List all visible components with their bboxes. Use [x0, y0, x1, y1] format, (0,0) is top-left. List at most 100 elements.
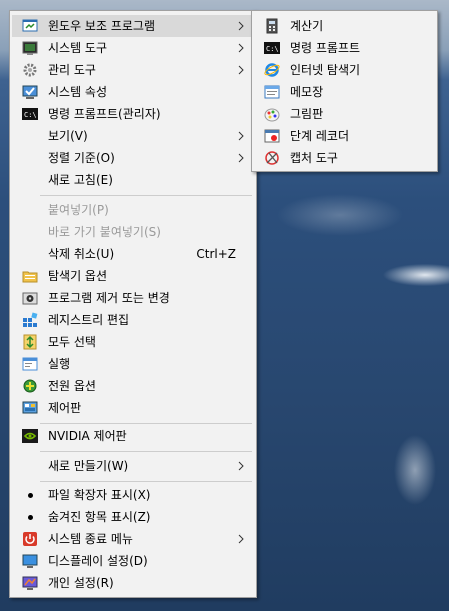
menu-item-display-settings[interactable]: 디스플레이 설정(D) [12, 550, 254, 572]
personalize-icon [22, 575, 38, 591]
menu-item-system-properties[interactable]: 시스템 속성 [12, 81, 254, 103]
snipping-tool-icon [264, 150, 280, 166]
menu-item-label: 메모장 [290, 85, 324, 99]
folder-options-icon [22, 268, 38, 284]
chevron-right-icon [238, 43, 244, 53]
shortcut-text: Ctrl+Z [196, 247, 236, 261]
submenu-item-calculator[interactable]: 계산기 [254, 15, 435, 37]
menu-item-nvidia-control-panel[interactable]: NVIDIA 제어판 [12, 425, 254, 447]
menu-item-show-hidden-items[interactable]: 숨겨진 항목 표시(Z) [12, 506, 254, 528]
menu-item-label: 파일 확장자 표시(X) [48, 488, 151, 502]
menu-item-label: 정렬 기준(O) [48, 151, 115, 165]
menu-item-show-file-extensions[interactable]: 파일 확장자 표시(X) [12, 484, 254, 506]
menu-item-personalize[interactable]: 개인 설정(R) [12, 572, 254, 594]
display-icon [22, 553, 38, 569]
chevron-right-icon [238, 153, 244, 163]
calculator-icon [264, 18, 280, 34]
power-options-icon [22, 378, 38, 394]
menu-item-view[interactable]: 보기(V) [12, 125, 254, 147]
gear-icon [22, 62, 38, 78]
menu-item-label: 명령 프롬프트(관리자) [48, 107, 161, 121]
menu-item-label: 프로그램 제거 또는 변경 [48, 291, 170, 305]
svg-text:C:\: C:\ [24, 111, 37, 119]
menu-item-run[interactable]: 실행 [12, 353, 254, 375]
menu-item-refresh[interactable]: 새로 고침(E) [12, 169, 254, 191]
submenu-item-snipping-tool[interactable]: 캡처 도구 [254, 147, 435, 169]
menu-item-label: 실행 [48, 357, 71, 371]
menu-item-shutdown-menu[interactable]: 시스템 종료 메뉴 [12, 528, 254, 550]
menu-item-label: 단계 레코더 [290, 129, 350, 143]
menu-item-sort-by[interactable]: 정렬 기준(O) [12, 147, 254, 169]
menu-item-label: 계산기 [290, 19, 324, 33]
menu-item-label: 숨겨진 항목 표시(Z) [48, 510, 151, 524]
desktop-context-menu: 윈도우 보조 프로그램 시스템 도구 관리 도구 시스템 속성 C:\ 명령 프… [9, 10, 257, 598]
control-panel-icon [22, 400, 38, 416]
svg-text:C:\: C:\ [266, 45, 279, 53]
menu-item-label: 인터넷 탐색기 [290, 63, 361, 77]
menu-item-label: 제어판 [48, 401, 82, 415]
menu-item-uninstall[interactable]: 프로그램 제거 또는 변경 [12, 287, 254, 309]
submenu-item-cmd[interactable]: C:\ 명령 프롬프트 [254, 37, 435, 59]
menu-item-label: 관리 도구 [48, 63, 96, 77]
menu-item-cmd-admin[interactable]: C:\ 명령 프롬프트(관리자) [12, 103, 254, 125]
paint-icon [264, 106, 280, 122]
menu-separator [40, 451, 252, 452]
registry-icon [22, 312, 38, 328]
submenu-item-steps-recorder[interactable]: 단계 레코더 [254, 125, 435, 147]
steps-recorder-icon [264, 128, 280, 144]
select-all-icon [22, 334, 38, 350]
window-tools-icon [22, 18, 38, 34]
bullet-icon [22, 509, 38, 525]
run-icon [22, 356, 38, 372]
nvidia-icon [22, 428, 38, 444]
menu-item-label: 시스템 종료 메뉴 [48, 532, 133, 546]
chevron-right-icon [238, 65, 244, 75]
menu-item-admin-tools[interactable]: 관리 도구 [12, 59, 254, 81]
submenu-item-internet-explorer[interactable]: 인터넷 탐색기 [254, 59, 435, 81]
submenu-item-notepad[interactable]: 메모장 [254, 81, 435, 103]
chevron-right-icon [238, 131, 244, 141]
menu-item-label: 윈도우 보조 프로그램 [48, 19, 155, 33]
menu-item-undo-delete[interactable]: 삭제 취소(U) Ctrl+Z [12, 243, 254, 265]
bullet-icon [22, 487, 38, 503]
cmd-icon: C:\ [264, 40, 280, 56]
menu-item-power-options[interactable]: 전원 옵션 [12, 375, 254, 397]
menu-item-label: 삭제 취소(U) [48, 247, 115, 261]
submenu-item-paint[interactable]: 그림판 [254, 103, 435, 125]
menu-separator [40, 481, 252, 482]
menu-item-label: 디스플레이 설정(D) [48, 554, 148, 568]
chevron-right-icon [238, 534, 244, 544]
menu-item-label: 전원 옵션 [48, 379, 96, 393]
shutdown-icon [22, 531, 38, 547]
menu-item-label: 새로 고침(E) [48, 173, 113, 187]
menu-item-label: 개인 설정(R) [48, 576, 114, 590]
menu-item-select-all[interactable]: 모두 선택 [12, 331, 254, 353]
menu-item-window-accessories[interactable]: 윈도우 보조 프로그램 [12, 15, 254, 37]
menu-item-label: 보기(V) [48, 129, 88, 143]
menu-item-registry-editor[interactable]: 레지스트리 편집 [12, 309, 254, 331]
accessories-submenu: 계산기 C:\ 명령 프롬프트 인터넷 탐색기 메모장 그림판 단계 레코더 캡… [251, 10, 438, 172]
menu-item-label: 붙여넣기(P) [48, 203, 109, 217]
menu-item-label: 시스템 도구 [48, 41, 108, 55]
menu-item-label: 캡처 도구 [290, 151, 338, 165]
menu-item-paste-shortcut: 바로 가기 붙여넣기(S) [12, 221, 254, 243]
chevron-right-icon [238, 21, 244, 31]
menu-item-system-tools[interactable]: 시스템 도구 [12, 37, 254, 59]
menu-item-control-panel[interactable]: 제어판 [12, 397, 254, 419]
menu-item-label: 새로 만들기(W) [48, 459, 129, 473]
menu-item-label: 시스템 속성 [48, 85, 108, 99]
notepad-icon [264, 84, 280, 100]
menu-item-folder-options[interactable]: 탐색기 옵션 [12, 265, 254, 287]
uninstall-icon [22, 290, 38, 306]
menu-item-label: 모두 선택 [48, 335, 96, 349]
menu-item-label: 레지스트리 편집 [48, 313, 130, 327]
menu-item-label: 그림판 [290, 107, 324, 121]
menu-item-new[interactable]: 새로 만들기(W) [12, 455, 254, 477]
system-properties-icon [22, 84, 38, 100]
menu-separator [40, 195, 252, 196]
menu-item-label: 탐색기 옵션 [48, 269, 108, 283]
internet-explorer-icon [264, 62, 280, 78]
menu-separator [40, 423, 252, 424]
menu-item-label: 바로 가기 붙여넣기(S) [48, 225, 161, 239]
system-tools-icon [22, 40, 38, 56]
